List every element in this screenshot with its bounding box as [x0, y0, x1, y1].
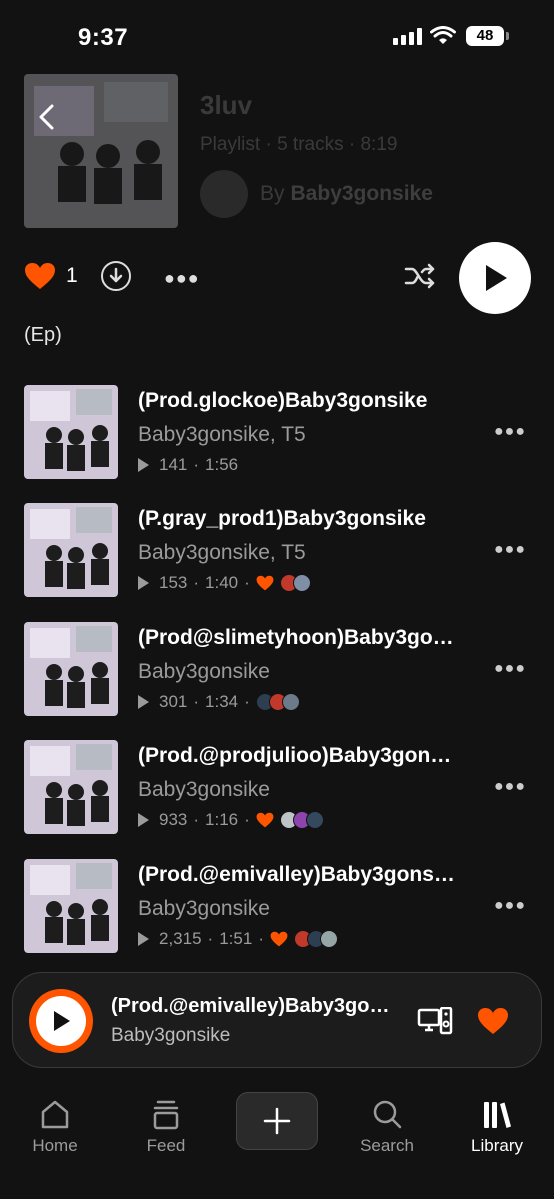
track-plays: 2,315: [159, 929, 202, 948]
reaction-avatars: [279, 574, 311, 592]
tab-search[interactable]: Search: [342, 1092, 432, 1156]
track-artwork[interactable]: [24, 385, 118, 479]
track-artist[interactable]: Baby3gonsike: [138, 897, 270, 921]
play-count-icon: [138, 576, 149, 590]
track-stats: 2,315 · 1:51 ·: [138, 929, 338, 949]
reaction-avatars: [255, 693, 300, 711]
track-plays: 141: [159, 455, 188, 474]
play-button[interactable]: [459, 242, 531, 314]
track-stats: 301 · 1:34 ·: [138, 692, 300, 712]
play-count-icon: [138, 932, 149, 946]
cellular-signal-icon: [393, 28, 422, 45]
track-row[interactable]: (Prod.@prodjulioo)Baby3gonsike Baby3gonsi…: [24, 740, 530, 836]
track-artwork[interactable]: [24, 740, 118, 834]
track-plays: 933: [159, 810, 188, 829]
tab-home-label: Home: [32, 1136, 78, 1155]
battery-indicator: 48: [466, 26, 509, 46]
mini-play-button[interactable]: [29, 989, 93, 1053]
play-count-icon: [138, 813, 149, 827]
liked-heart-icon: [270, 931, 288, 947]
feed-icon: [153, 1100, 179, 1130]
tab-library-label: Library: [471, 1136, 523, 1155]
library-icon: [484, 1102, 511, 1128]
play-icon: [486, 265, 507, 291]
track-more-button[interactable]: ●●●: [494, 897, 526, 915]
status-bar: 9:37 48: [0, 0, 554, 70]
playlist-owner[interactable]: By Baby3gonsike: [200, 170, 433, 218]
playlist-title: 3luv: [200, 90, 253, 120]
track-title[interactable]: (P.gray_prod1)Baby3gonsike: [138, 507, 458, 531]
track-more-button[interactable]: ●●●: [494, 660, 526, 678]
mini-player[interactable]: (Prod.@emivalley)Baby3gonsike Baby3gonsi…: [12, 972, 542, 1068]
playlist-description: (Ep): [24, 324, 62, 346]
owner-avatar[interactable]: [200, 170, 248, 218]
track-row[interactable]: (Prod.@emivalley)Baby3gonsike Baby3gonsik…: [24, 859, 530, 955]
track-artwork[interactable]: [24, 859, 118, 953]
more-options-button[interactable]: ●●●: [164, 268, 200, 289]
track-row[interactable]: (P.gray_prod1)Baby3gonsike Baby3gonsike, …: [24, 503, 530, 599]
now-playing-artist[interactable]: Baby3gonsike: [111, 1025, 230, 1047]
track-plays: 153: [159, 573, 188, 592]
download-icon: [109, 267, 123, 283]
chevron-left-icon: [39, 104, 54, 130]
download-button[interactable]: [101, 261, 131, 291]
search-icon: [373, 1100, 402, 1129]
track-duration: 1:56: [205, 455, 239, 474]
track-more-button[interactable]: ●●●: [494, 778, 526, 796]
plus-icon: [263, 1107, 291, 1135]
home-icon: [41, 1100, 69, 1129]
reaction-avatars: [279, 811, 324, 829]
heart-icon[interactable]: [477, 1007, 509, 1035]
track-title[interactable]: (Prod.@prodjulioo)Baby3gonsike: [138, 744, 458, 768]
track-artist[interactable]: Baby3gonsike: [138, 660, 270, 684]
tab-search-label: Search: [360, 1136, 414, 1155]
track-artwork[interactable]: [24, 622, 118, 716]
track-duration: 1:51: [219, 929, 253, 948]
track-artist[interactable]: Baby3gonsike, T5: [138, 541, 306, 565]
track-title[interactable]: (Prod@slimetyhoon)Baby3gonsike: [138, 626, 458, 650]
track-row[interactable]: (Prod@slimetyhoon)Baby3gonsike Baby3gonsi…: [24, 622, 530, 718]
track-stats: 933 · 1:16 ·: [138, 810, 324, 830]
liked-heart-icon: [256, 812, 274, 828]
now-playing-title[interactable]: (Prod.@emivalley)Baby3gonsike: [111, 995, 397, 1018]
track-more-button[interactable]: ●●●: [494, 541, 526, 559]
track-duration: 1:16: [205, 810, 239, 829]
tab-feed[interactable]: Feed: [121, 1092, 211, 1156]
upload-button[interactable]: [236, 1092, 318, 1150]
by-label: By: [260, 182, 285, 205]
like-count: 1: [66, 264, 78, 287]
track-more-button[interactable]: ●●●: [494, 423, 526, 441]
liked-heart-icon: [256, 575, 274, 591]
play-count-icon: [138, 695, 149, 709]
cast-device-icon[interactable]: [417, 1007, 453, 1035]
track-plays: 301: [159, 692, 188, 711]
track-artist[interactable]: Baby3gonsike, T5: [138, 423, 306, 447]
playlist-meta: Playlist · 5 tracks · 8:19: [200, 134, 398, 155]
tab-bar: Home Feed Search Library: [0, 1080, 554, 1199]
tab-library[interactable]: Library: [452, 1092, 542, 1156]
playlist-actions: 1 ●●●: [24, 242, 531, 314]
track-stats: 141 · 1:56: [138, 455, 238, 475]
reaction-avatars: [293, 930, 338, 948]
heart-icon: [25, 263, 55, 289]
track-artist[interactable]: Baby3gonsike: [138, 778, 270, 802]
track-duration: 1:34: [205, 692, 239, 711]
play-icon: [54, 1011, 70, 1031]
tab-home[interactable]: Home: [10, 1092, 100, 1156]
play-count-icon: [138, 458, 149, 472]
track-artwork[interactable]: [24, 503, 118, 597]
track-title[interactable]: (Prod.@emivalley)Baby3gonsike: [138, 863, 458, 887]
status-time: 9:37: [78, 24, 129, 51]
back-button[interactable]: [24, 90, 68, 144]
track-title[interactable]: (Prod.glockoe)Baby3gonsike: [138, 389, 458, 413]
wifi-icon: [430, 26, 456, 44]
track-stats: 153 · 1:40 ·: [138, 573, 311, 593]
track-duration: 1:40: [205, 573, 239, 592]
shuffle-icon[interactable]: [404, 262, 436, 290]
track-row[interactable]: (Prod.glockoe)Baby3gonsike Baby3gonsike, …: [24, 385, 530, 481]
tab-feed-label: Feed: [146, 1136, 186, 1155]
like-button[interactable]: 1: [24, 262, 78, 290]
owner-name[interactable]: Baby3gonsike: [291, 182, 433, 206]
